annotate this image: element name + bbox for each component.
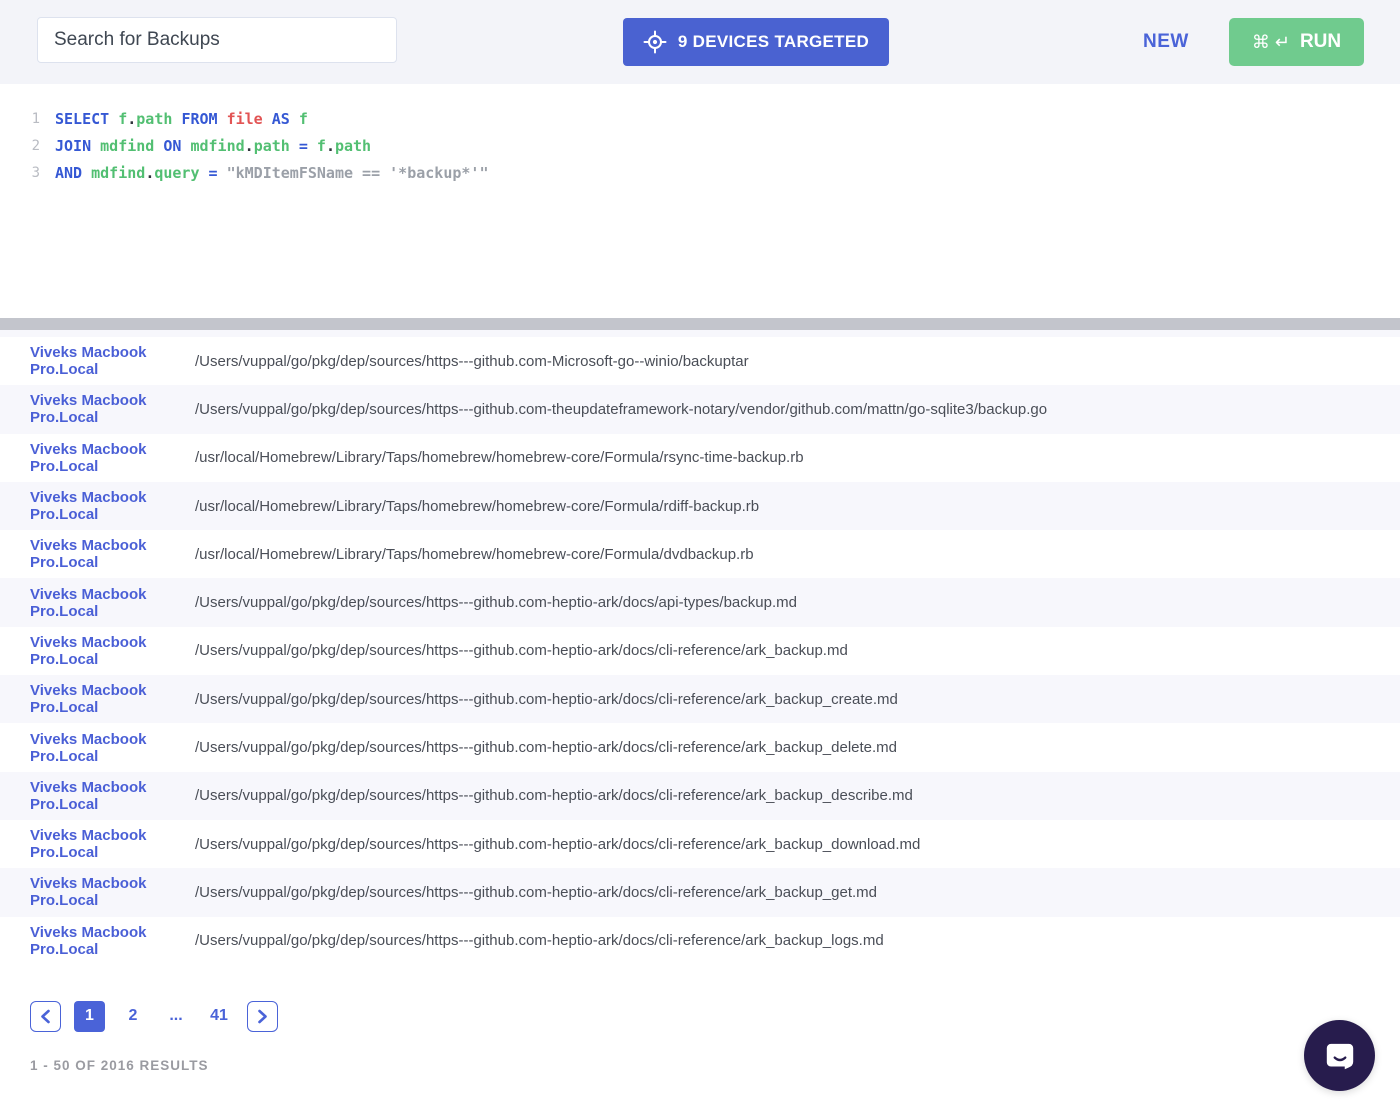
search-input[interactable] [37,17,397,63]
table-row: Viveks Macbook Pro.Local/usr/local/Homeb… [0,530,1400,578]
run-shortcut-keys: ⌘ ↵ [1252,32,1290,53]
device-link[interactable]: Viveks Macbook Pro.Local [0,731,195,765]
page-button-1[interactable]: 1 [74,1001,105,1032]
table-row: Viveks Macbook Pro.Local/Users/vuppal/go… [0,723,1400,771]
table-row: Viveks Macbook Pro.Local/Users/vuppal/go… [0,675,1400,723]
file-path: /usr/local/Homebrew/Library/Taps/homebre… [195,546,754,563]
table-row: Viveks Macbook Pro.Local/usr/local/Homeb… [0,434,1400,482]
devices-targeted-button[interactable]: 9 DEVICES TARGETED [623,18,889,66]
page-ellipsis: ... [161,1007,191,1025]
table-row: Viveks Macbook Pro.Local/Users/vuppal/go… [0,385,1400,433]
device-link[interactable]: Viveks Macbook Pro.Local [0,875,195,909]
chevron-right-icon [256,1009,269,1024]
device-link[interactable]: Viveks Macbook Pro.Local [0,827,195,861]
code-line: 3AND mdfind.query = "kMDItemFSName == '*… [22,159,1400,186]
devices-targeted-label: 9 DEVICES TARGETED [678,32,869,52]
results-table: Viveks Macbook Pro.Local/Users/vuppal/go… [0,337,1400,965]
intercom-chat-button[interactable] [1304,1020,1375,1091]
file-path: /usr/local/Homebrew/Library/Taps/homebre… [195,498,759,515]
device-link[interactable]: Viveks Macbook Pro.Local [0,489,195,523]
line-number: 1 [22,111,40,127]
device-link[interactable]: Viveks Macbook Pro.Local [0,779,195,813]
file-path: /Users/vuppal/go/pkg/dep/sources/https--… [195,836,920,853]
file-path: /Users/vuppal/go/pkg/dep/sources/https--… [195,401,1047,418]
table-row: Viveks Macbook Pro.Local/Users/vuppal/go… [0,917,1400,965]
file-path: /usr/local/Homebrew/Library/Taps/homebre… [195,449,804,466]
table-row: Viveks Macbook Pro.Local/Users/vuppal/go… [0,578,1400,626]
device-link[interactable]: Viveks Macbook Pro.Local [0,344,195,378]
horizontal-scrollbar[interactable] [0,318,1400,330]
file-path: /Users/vuppal/go/pkg/dep/sources/https--… [195,932,884,949]
chat-bubble-smile-icon [1321,1037,1359,1075]
device-link[interactable]: Viveks Macbook Pro.Local [0,392,195,426]
file-path: /Users/vuppal/go/pkg/dep/sources/https--… [195,739,897,756]
device-link[interactable]: Viveks Macbook Pro.Local [0,634,195,668]
line-number: 3 [22,165,40,181]
toolbar: 9 DEVICES TARGETED NEW ⌘ ↵ RUN [0,0,1400,84]
device-link[interactable]: Viveks Macbook Pro.Local [0,682,195,716]
table-row: Viveks Macbook Pro.Local/Users/vuppal/go… [0,820,1400,868]
file-path: /Users/vuppal/go/pkg/dep/sources/https--… [195,353,749,370]
file-path: /Users/vuppal/go/pkg/dep/sources/https--… [195,691,898,708]
device-link[interactable]: Viveks Macbook Pro.Local [0,441,195,475]
code-line: 1SELECT f.path FROM file AS f [22,105,1400,132]
run-button[interactable]: ⌘ ↵ RUN [1229,18,1364,66]
file-path: /Users/vuppal/go/pkg/dep/sources/https--… [195,884,877,901]
page-button-41[interactable]: 41 [204,1007,234,1025]
prev-page-button[interactable] [30,1001,61,1032]
target-crosshair-icon [643,30,667,54]
chevron-left-icon [39,1009,52,1024]
device-link[interactable]: Viveks Macbook Pro.Local [0,537,195,571]
next-page-button[interactable] [247,1001,278,1032]
file-path: /Users/vuppal/go/pkg/dep/sources/https--… [195,642,848,659]
table-row: Viveks Macbook Pro.Local/Users/vuppal/go… [0,627,1400,675]
line-number: 2 [22,138,40,154]
table-row: Viveks Macbook Pro.Local/usr/local/Homeb… [0,482,1400,530]
table-row: Viveks Macbook Pro.Local/Users/vuppal/go… [0,868,1400,916]
table-top-strip [0,330,1400,337]
code-line: 2JOIN mdfind ON mdfind.path = f.path [22,132,1400,159]
sql-editor[interactable]: 1SELECT f.path FROM file AS f2JOIN mdfin… [0,84,1400,318]
file-path: /Users/vuppal/go/pkg/dep/sources/https--… [195,594,797,611]
pagination: 1 2 ... 41 [30,1001,1400,1032]
file-path: /Users/vuppal/go/pkg/dep/sources/https--… [195,787,913,804]
new-query-link[interactable]: NEW [1143,0,1189,84]
device-link[interactable]: Viveks Macbook Pro.Local [0,586,195,620]
results-summary: 1 - 50 OF 2016 RESULTS [30,1058,1400,1073]
run-label: RUN [1300,31,1341,53]
page-button-2[interactable]: 2 [118,1007,148,1025]
table-row: Viveks Macbook Pro.Local/Users/vuppal/go… [0,772,1400,820]
device-link[interactable]: Viveks Macbook Pro.Local [0,924,195,958]
table-row: Viveks Macbook Pro.Local/Users/vuppal/go… [0,337,1400,385]
